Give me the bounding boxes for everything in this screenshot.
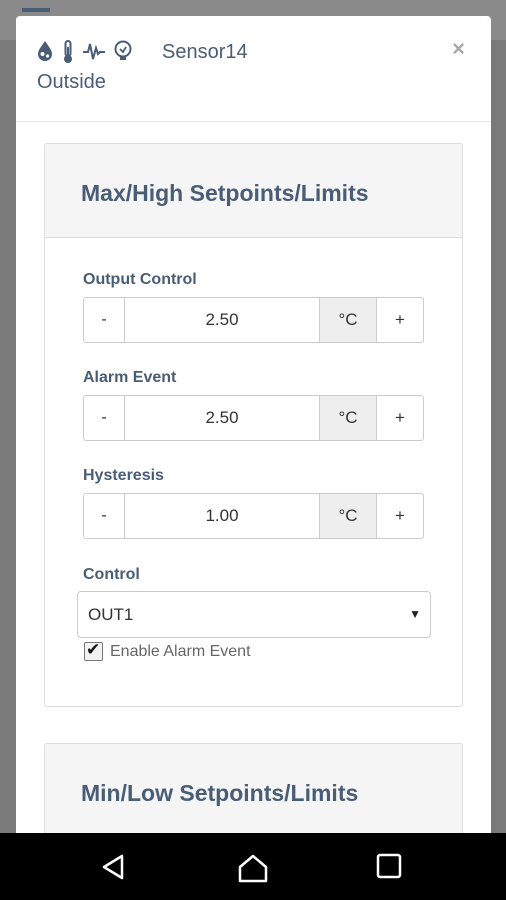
hysteresis-unit: °C	[320, 494, 377, 538]
hysteresis-label: Hysteresis	[83, 467, 164, 484]
min-setpoints-card: Min/Low Setpoints/Limits	[44, 743, 463, 846]
modal-header: Sensor14 Outside ×	[16, 16, 491, 122]
hysteresis-increment-button[interactable]: +	[377, 494, 423, 538]
bulb-icon	[113, 40, 133, 64]
close-button[interactable]: ×	[452, 36, 465, 62]
output-control-label: Output Control	[83, 271, 197, 288]
recents-icon[interactable]	[376, 853, 402, 884]
max-setpoints-card: Max/High Setpoints/Limits Output Control…	[44, 143, 463, 707]
output-control-stepper: - 2.50 °C +	[83, 297, 424, 343]
alarm-event-input[interactable]: 2.50	[125, 396, 320, 440]
status-icons	[36, 40, 133, 64]
enable-alarm-label: Enable Alarm Event	[110, 642, 251, 660]
water-drop-icon	[36, 40, 54, 64]
hysteresis-decrement-button[interactable]: -	[84, 494, 125, 538]
alarm-event-unit: °C	[320, 396, 377, 440]
max-setpoints-header: Max/High Setpoints/Limits	[45, 144, 462, 238]
sensor-name: Sensor14	[162, 41, 248, 63]
output-control-increment-button[interactable]: +	[377, 298, 423, 342]
alarm-event-stepper: - 2.50 °C +	[83, 395, 424, 441]
pulse-icon	[82, 40, 106, 64]
alarm-event-decrement-button[interactable]: -	[84, 396, 125, 440]
back-icon[interactable]	[100, 853, 128, 886]
hysteresis-stepper: - 1.00 °C +	[83, 493, 424, 539]
control-select-value: OUT1	[88, 605, 134, 624]
output-control-decrement-button[interactable]: -	[84, 298, 125, 342]
output-control-input[interactable]: 2.50	[125, 298, 320, 342]
max-setpoints-title: Max/High Setpoints/Limits	[81, 180, 369, 206]
sensor-location: Outside	[37, 71, 106, 93]
control-select[interactable]: OUT1 ▼	[77, 591, 431, 638]
caret-down-icon: ▼	[409, 607, 421, 621]
checkmark-icon: ✔	[86, 640, 101, 659]
control-label: Control	[83, 566, 140, 583]
alarm-event-label: Alarm Event	[83, 369, 177, 386]
output-control-unit: °C	[320, 298, 377, 342]
min-setpoints-header: Min/Low Setpoints/Limits	[45, 744, 462, 838]
home-icon[interactable]	[237, 853, 269, 888]
enable-alarm-row: ✔ Enable Alarm Event	[84, 640, 251, 661]
min-setpoints-title: Min/Low Setpoints/Limits	[81, 780, 359, 806]
menu-icon	[22, 8, 50, 12]
hysteresis-input[interactable]: 1.00	[125, 494, 320, 538]
sensor-settings-modal: Sensor14 Outside × Max/High Setpoints/Li…	[16, 16, 491, 846]
alarm-event-increment-button[interactable]: +	[377, 396, 423, 440]
android-nav-bar	[0, 833, 506, 900]
enable-alarm-checkbox[interactable]: ✔	[84, 640, 103, 661]
thermometer-icon	[61, 40, 75, 64]
